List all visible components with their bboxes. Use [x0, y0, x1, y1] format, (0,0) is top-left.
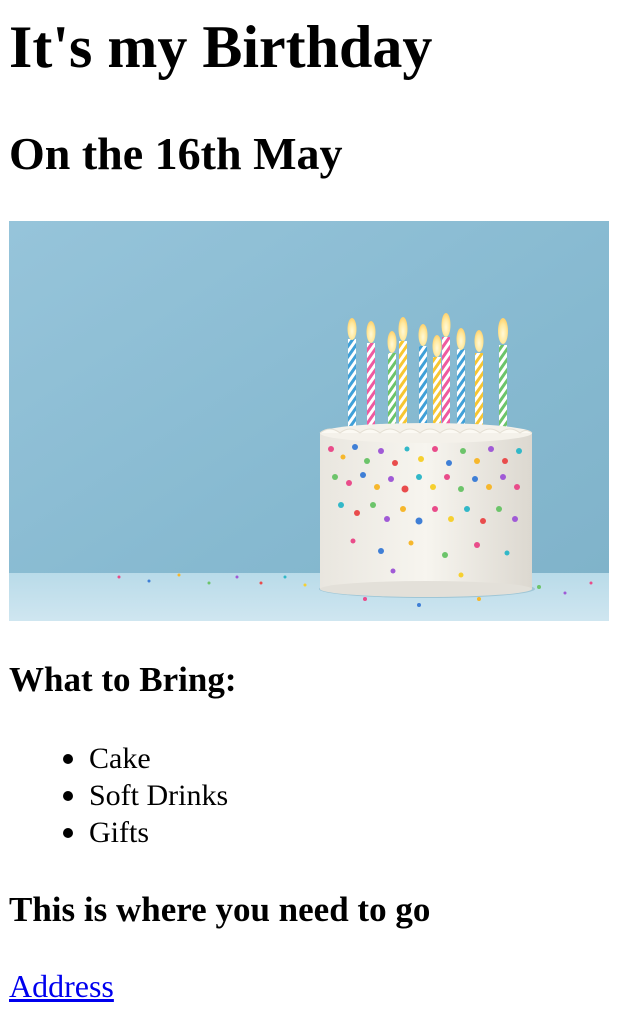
list-item-label: Gifts	[89, 816, 149, 849]
list-item-label: Cake	[89, 742, 151, 775]
what-to-bring-heading: What to Bring:	[9, 660, 237, 699]
address-link[interactable]: Address	[9, 967, 114, 1005]
directions-heading: This is where you need to go	[9, 890, 431, 929]
page-title: It's my Birthday	[9, 14, 433, 80]
birthday-cake-image	[9, 221, 609, 621]
bullet-icon	[63, 791, 73, 801]
list-item: Cake	[63, 740, 228, 777]
page-subtitle: On the 16th May	[9, 128, 343, 179]
list-item: Gifts	[63, 814, 228, 851]
bring-list: Cake Soft Drinks Gifts	[9, 740, 228, 851]
list-item: Soft Drinks	[63, 777, 229, 814]
bullet-icon	[63, 754, 73, 764]
bullet-icon	[63, 828, 73, 838]
list-item-label: Soft Drinks	[89, 779, 229, 812]
